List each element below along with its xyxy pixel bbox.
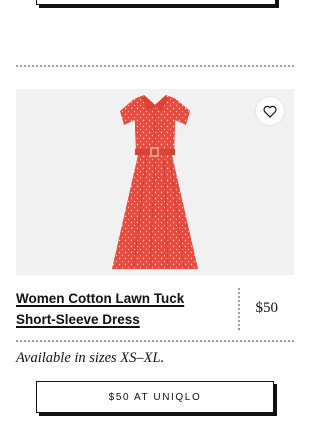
heart-icon xyxy=(263,105,277,118)
favorite-button[interactable] xyxy=(256,97,284,125)
previous-buy-button[interactable] xyxy=(36,0,276,5)
product-info-row: Women Cotton Lawn Tuck Short-Sleeve Dres… xyxy=(16,286,294,332)
divider-vertical xyxy=(238,288,240,330)
divider-bottom xyxy=(16,340,294,342)
product-title-link[interactable]: Women Cotton Lawn Tuck Short-Sleeve Dres… xyxy=(16,288,226,330)
availability-text: Available in sizes XS–XL. xyxy=(16,350,165,366)
dress-illustration xyxy=(112,95,198,269)
divider-top xyxy=(16,65,294,67)
buy-button[interactable]: $50 AT UNIQLO xyxy=(36,381,274,413)
product-image[interactable] xyxy=(16,89,294,275)
product-price: $50 xyxy=(255,300,279,316)
